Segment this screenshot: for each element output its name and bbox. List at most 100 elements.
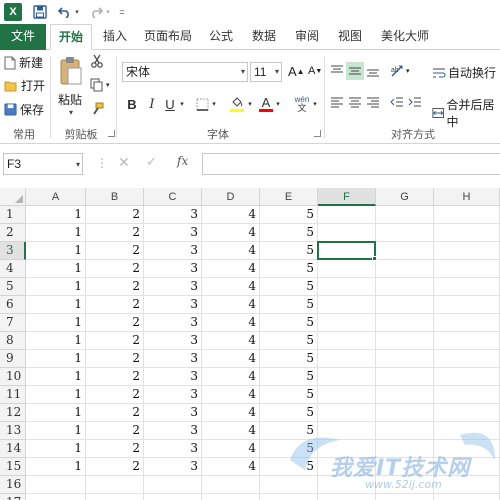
border-dropdown-icon[interactable]: ▾	[210, 94, 218, 114]
row-header-5[interactable]: 5	[0, 278, 26, 296]
cell-h9[interactable]	[434, 350, 500, 368]
cell-b15[interactable]: 2	[86, 458, 144, 476]
cell-g10[interactable]	[376, 368, 434, 386]
cell-d13[interactable]: 4	[202, 422, 260, 440]
underline-button[interactable]: U	[162, 94, 178, 114]
cell-h12[interactable]	[434, 404, 500, 422]
paste-button[interactable]: 粘贴 ▾	[58, 56, 84, 117]
bold-button[interactable]: B	[124, 94, 140, 114]
cell-b11[interactable]: 2	[86, 386, 144, 404]
column-header-g[interactable]: G	[376, 188, 434, 206]
cell-d7[interactable]: 4	[202, 314, 260, 332]
cell-a14[interactable]: 1	[26, 440, 86, 458]
tab-data[interactable]: 数据	[249, 24, 279, 50]
cell-f3[interactable]	[318, 242, 376, 260]
cell-a2[interactable]: 1	[26, 224, 86, 242]
cell-f7[interactable]	[318, 314, 376, 332]
column-header-c[interactable]: C	[144, 188, 202, 206]
row-header-16[interactable]: 16	[0, 476, 26, 494]
formula-input[interactable]	[202, 153, 500, 175]
cell-g6[interactable]	[376, 296, 434, 314]
cell-f13[interactable]	[318, 422, 376, 440]
cell-h17[interactable]	[434, 494, 500, 500]
customize-qat-icon[interactable]: =	[118, 3, 126, 21]
cell-d6[interactable]: 4	[202, 296, 260, 314]
row-header-1[interactable]: 1	[0, 206, 26, 224]
cell-f9[interactable]	[318, 350, 376, 368]
underline-dropdown-icon[interactable]: ▾	[178, 94, 186, 114]
cell-g12[interactable]	[376, 404, 434, 422]
cell-e11[interactable]: 5	[260, 386, 318, 404]
tab-beautify-master[interactable]: 美化大师	[378, 24, 432, 50]
format-painter-button[interactable]	[90, 102, 104, 116]
cell-f6[interactable]	[318, 296, 376, 314]
cell-g8[interactable]	[376, 332, 434, 350]
undo-dropdown-icon[interactable]: ▾	[73, 3, 81, 21]
cell-d11[interactable]: 4	[202, 386, 260, 404]
row-header-2[interactable]: 2	[0, 224, 26, 242]
cell-a10[interactable]: 1	[26, 368, 86, 386]
cell-h11[interactable]	[434, 386, 500, 404]
cell-g17[interactable]	[376, 494, 434, 500]
increase-indent-button[interactable]	[408, 96, 422, 108]
column-header-e[interactable]: E	[260, 188, 318, 206]
align-middle-button[interactable]	[346, 62, 364, 80]
cell-h5[interactable]	[434, 278, 500, 296]
cell-c4[interactable]: 3	[144, 260, 202, 278]
enter-button[interactable]: ✓	[146, 154, 157, 170]
cell-a6[interactable]: 1	[26, 296, 86, 314]
cell-h14[interactable]	[434, 440, 500, 458]
row-header-4[interactable]: 4	[0, 260, 26, 278]
cell-c5[interactable]: 3	[144, 278, 202, 296]
cell-h1[interactable]	[434, 206, 500, 224]
cell-d3[interactable]: 4	[202, 242, 260, 260]
cell-e3[interactable]: 5	[260, 242, 318, 260]
cell-f11[interactable]	[318, 386, 376, 404]
cell-e6[interactable]: 5	[260, 296, 318, 314]
tab-file[interactable]: 文件	[0, 24, 46, 50]
font-name-select[interactable]: 宋体 ▾	[122, 62, 248, 82]
cell-g16[interactable]	[376, 476, 434, 494]
row-header-14[interactable]: 14	[0, 440, 26, 458]
cell-f8[interactable]	[318, 332, 376, 350]
cell-f14[interactable]	[318, 440, 376, 458]
row-header-13[interactable]: 13	[0, 422, 26, 440]
cell-a16[interactable]	[26, 476, 86, 494]
cell-c6[interactable]: 3	[144, 296, 202, 314]
select-all-button[interactable]	[0, 188, 26, 206]
clipboard-launcher-icon[interactable]	[108, 130, 115, 137]
cell-a4[interactable]: 1	[26, 260, 86, 278]
cell-b9[interactable]: 2	[86, 350, 144, 368]
new-button[interactable]: 新建	[4, 54, 43, 71]
column-header-f[interactable]: F	[318, 188, 376, 206]
cell-f5[interactable]	[318, 278, 376, 296]
wrap-text-button[interactable]: 自动换行	[432, 64, 496, 81]
cell-f2[interactable]	[318, 224, 376, 242]
align-top-button[interactable]	[330, 64, 344, 78]
tab-review[interactable]: 审阅	[292, 24, 322, 50]
cell-a9[interactable]: 1	[26, 350, 86, 368]
cell-b5[interactable]: 2	[86, 278, 144, 296]
cell-e17[interactable]	[260, 494, 318, 500]
insert-function-button[interactable]: fx	[177, 154, 188, 168]
cell-d1[interactable]: 4	[202, 206, 260, 224]
row-header-6[interactable]: 6	[0, 296, 26, 314]
cell-e7[interactable]: 5	[260, 314, 318, 332]
row-header-3[interactable]: 3	[0, 242, 26, 260]
decrease-indent-button[interactable]	[390, 96, 404, 108]
cell-c15[interactable]: 3	[144, 458, 202, 476]
cell-b7[interactable]: 2	[86, 314, 144, 332]
row-header-10[interactable]: 10	[0, 368, 26, 386]
align-right-button[interactable]	[366, 96, 380, 108]
cell-b4[interactable]: 2	[86, 260, 144, 278]
cell-h15[interactable]	[434, 458, 500, 476]
cell-d9[interactable]: 4	[202, 350, 260, 368]
save-button[interactable]: 保存	[4, 101, 44, 118]
cell-b12[interactable]: 2	[86, 404, 144, 422]
cell-d14[interactable]: 4	[202, 440, 260, 458]
column-header-h[interactable]: H	[434, 188, 500, 206]
cell-d4[interactable]: 4	[202, 260, 260, 278]
cell-d2[interactable]: 4	[202, 224, 260, 242]
tab-formulas[interactable]: 公式	[206, 24, 236, 50]
cell-f15[interactable]	[318, 458, 376, 476]
